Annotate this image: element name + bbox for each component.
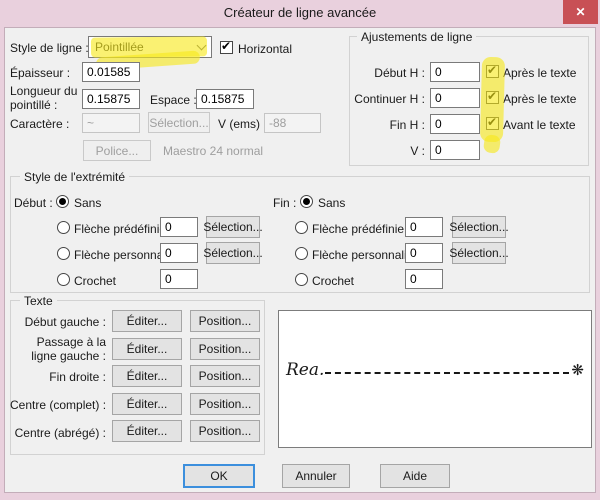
v-ems-label: V (ems) bbox=[218, 117, 260, 131]
line-style-label: Style de ligne : bbox=[10, 41, 89, 55]
preview-end-symbol-icon: ❋ bbox=[571, 361, 584, 382]
check-icon: ✔ bbox=[221, 39, 231, 53]
start-h-label: Début H : bbox=[353, 66, 425, 80]
line-break-left-edit-button[interactable]: Éditer... bbox=[112, 338, 182, 360]
end-custom-arrow-selection-button[interactable]: Sélection... bbox=[452, 242, 506, 264]
check-icon: ✔ bbox=[487, 63, 497, 77]
center-full-edit-button[interactable]: Éditer... bbox=[112, 393, 182, 415]
start-custom-arrow-radio[interactable] bbox=[57, 247, 70, 260]
start-left-position-button[interactable]: Position... bbox=[190, 310, 260, 332]
end-h-checkbox-label: Avant le texte bbox=[503, 118, 576, 132]
check-icon: ✔ bbox=[487, 115, 497, 129]
continue-h-checkbox[interactable]: ✔ bbox=[486, 91, 499, 104]
end-hook-label: Crochet bbox=[312, 274, 354, 288]
space-input[interactable] bbox=[196, 89, 254, 109]
line-adjustments-title: Ajustements de ligne bbox=[357, 30, 476, 44]
center-abbrev-label: Centre (abrégé) : bbox=[10, 426, 106, 440]
end-custom-arrow-radio[interactable] bbox=[295, 247, 308, 260]
character-input bbox=[82, 113, 140, 133]
v-label: V : bbox=[353, 144, 425, 158]
cancel-button[interactable]: Annuler bbox=[282, 464, 350, 488]
font-button: Police... bbox=[83, 140, 151, 161]
horizontal-checkbox[interactable]: ✔ bbox=[220, 41, 233, 54]
horizontal-label: Horizontal bbox=[238, 42, 292, 56]
space-label: Espace : bbox=[150, 93, 197, 107]
start-left-label: Début gauche : bbox=[10, 315, 106, 329]
preview-script-text: Rea. bbox=[286, 362, 324, 382]
font-name-label: Maestro 24 normal bbox=[163, 144, 263, 158]
preview-dashed-line bbox=[325, 372, 569, 374]
start-predefined-arrow-selection-button[interactable]: Sélection... bbox=[206, 216, 260, 238]
center-full-label: Centre (complet) : bbox=[10, 398, 106, 412]
start-predefined-arrow-radio[interactable] bbox=[57, 221, 70, 234]
end-right-label: Fin droite : bbox=[10, 370, 106, 384]
end-h-input[interactable] bbox=[430, 114, 480, 134]
start-h-input[interactable] bbox=[430, 62, 480, 82]
center-abbrev-edit-button[interactable]: Éditer... bbox=[112, 420, 182, 442]
end-style-title: Style de l'extrémité bbox=[20, 170, 129, 184]
line-style-dropdown[interactable]: Pointillée bbox=[88, 36, 212, 58]
text-group-title: Texte bbox=[20, 294, 57, 308]
start-left-edit-button[interactable]: Éditer... bbox=[112, 310, 182, 332]
chevron-down-icon bbox=[197, 40, 207, 50]
start-none-label: Sans bbox=[74, 196, 101, 210]
character-label: Caractère : bbox=[10, 117, 69, 131]
end-predefined-arrow-radio[interactable] bbox=[295, 221, 308, 234]
end-label: Fin : bbox=[273, 196, 296, 210]
start-custom-arrow-input[interactable] bbox=[160, 243, 198, 263]
start-custom-arrow-selection-button[interactable]: Sélection... bbox=[206, 242, 260, 264]
end-right-position-button[interactable]: Position... bbox=[190, 365, 260, 387]
line-break-left-label: Passage à la ligne gauche : bbox=[10, 335, 106, 363]
window-title: Créateur de ligne avancée bbox=[0, 5, 600, 20]
continue-h-input[interactable] bbox=[430, 88, 480, 108]
start-h-checkbox-label: Après le texte bbox=[503, 66, 576, 80]
close-button[interactable]: ✕ bbox=[563, 0, 598, 24]
line-style-value: Pointillée bbox=[95, 40, 198, 54]
help-button[interactable]: Aide bbox=[380, 464, 450, 488]
start-hook-input[interactable] bbox=[160, 269, 198, 289]
end-h-label: Fin H : bbox=[353, 118, 425, 132]
continue-h-label: Continuer H : bbox=[353, 92, 425, 106]
thickness-label: Épaisseur : bbox=[10, 66, 70, 80]
end-right-edit-button[interactable]: Éditer... bbox=[112, 365, 182, 387]
dash-length-input[interactable] bbox=[82, 89, 140, 109]
start-h-checkbox[interactable]: ✔ bbox=[486, 65, 499, 78]
end-predefined-arrow-label: Flèche prédéfinie : bbox=[312, 222, 411, 236]
start-predefined-arrow-input[interactable] bbox=[160, 217, 198, 237]
center-abbrev-position-button[interactable]: Position... bbox=[190, 420, 260, 442]
end-predefined-arrow-input[interactable] bbox=[405, 217, 443, 237]
dash-length-label: Longueur du pointillé : bbox=[10, 84, 80, 112]
start-predefined-arrow-label: Flèche prédéfinie : bbox=[74, 222, 173, 236]
character-selection-button: Sélection... bbox=[148, 112, 210, 133]
line-break-left-position-button[interactable]: Position... bbox=[190, 338, 260, 360]
end-hook-input[interactable] bbox=[405, 269, 443, 289]
line-preview: Rea. ❋ bbox=[286, 346, 584, 382]
close-icon: ✕ bbox=[575, 5, 585, 19]
start-none-radio[interactable] bbox=[56, 195, 69, 208]
center-full-position-button[interactable]: Position... bbox=[190, 393, 260, 415]
end-custom-arrow-input[interactable] bbox=[405, 243, 443, 263]
v-ems-input bbox=[264, 113, 321, 133]
ok-button[interactable]: OK bbox=[183, 464, 255, 488]
dialog-window: Créateur de ligne avancée ✕ Style de lig… bbox=[0, 0, 600, 500]
thickness-input[interactable] bbox=[82, 62, 140, 82]
end-hook-radio[interactable] bbox=[295, 273, 308, 286]
title-bar: Créateur de ligne avancée ✕ bbox=[0, 0, 600, 27]
start-hook-radio[interactable] bbox=[57, 273, 70, 286]
start-label: Début : bbox=[14, 196, 53, 210]
end-predefined-arrow-selection-button[interactable]: Sélection... bbox=[452, 216, 506, 238]
start-hook-label: Crochet bbox=[74, 274, 116, 288]
end-none-label: Sans bbox=[318, 196, 345, 210]
end-h-checkbox[interactable]: ✔ bbox=[486, 117, 499, 130]
continue-h-checkbox-label: Après le texte bbox=[503, 92, 576, 106]
end-none-radio[interactable] bbox=[300, 195, 313, 208]
v-input[interactable] bbox=[430, 140, 480, 160]
check-icon: ✔ bbox=[487, 89, 497, 103]
